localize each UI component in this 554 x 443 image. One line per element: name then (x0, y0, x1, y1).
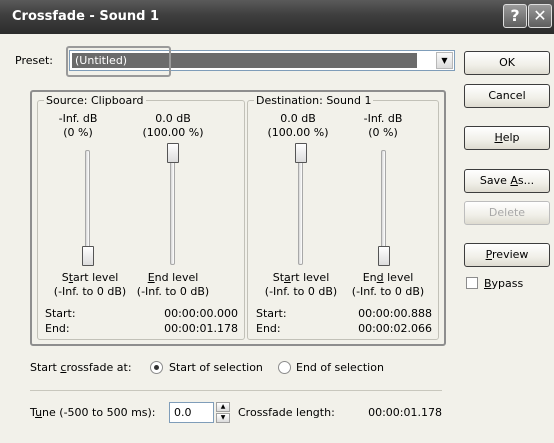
help-button-accel: H (494, 131, 503, 144)
window-title: Crossfade - Sound 1 (12, 9, 160, 24)
tune-accel: u (35, 406, 43, 419)
spin-down-icon[interactable]: ▼ (216, 413, 230, 423)
tune-input[interactable]: 0.0 (169, 402, 214, 423)
start-of-selection-radio[interactable] (150, 361, 163, 374)
save-as-button[interactable]: Save As... (464, 169, 550, 193)
source-start-pct: (0 %) (63, 126, 93, 139)
destination-start-track[interactable] (298, 150, 303, 265)
bypass-checkbox[interactable] (466, 277, 478, 289)
bypass-label-post: ypass (491, 277, 524, 290)
tune-label: Tune (-500 to 500 ms): (30, 406, 156, 419)
source-legend: Source: Clipboard (44, 94, 146, 107)
destination-start-range: (-Inf. to 0 dB) (264, 285, 338, 298)
source-end-level-slider[interactable] (167, 143, 179, 163)
destination-start-db: 0.0 dB (280, 112, 316, 125)
end-of-selection-radio[interactable] (278, 361, 291, 374)
destination-end-label-accel: d (376, 271, 384, 284)
destination-start-label-accel: a (284, 271, 291, 284)
chevron-down-icon[interactable]: ▼ (436, 52, 453, 69)
crossfade-length-value: 00:00:01.178 (368, 406, 442, 419)
save-as-label-post: s... (517, 174, 535, 187)
start-of-selection-label[interactable]: Start of selection (169, 361, 263, 374)
destination-start-label-post: rt level (290, 271, 330, 284)
destination-end-label-pre: En (362, 271, 377, 284)
divider (30, 390, 442, 391)
bypass-accel: B (484, 277, 492, 290)
source-start-level-slider[interactable] (82, 246, 94, 266)
ok-button[interactable]: OK (464, 51, 550, 75)
destination-end-level-slider[interactable] (378, 246, 390, 266)
destination-start-level-label: Start level (256, 271, 346, 284)
save-as-label-pre: Save (479, 174, 511, 187)
help-button-label-post: elp (502, 131, 520, 144)
source-start-key: Start: (45, 307, 76, 320)
destination-end-db: -Inf. dB (363, 112, 403, 125)
end-of-selection-label[interactable]: End of selection (296, 361, 384, 374)
crossfade-at-label-pre: Start (30, 361, 61, 374)
delete-button[interactable]: Delete (464, 201, 550, 225)
source-end-pct: (100.00 %) (142, 126, 204, 139)
source-end-track[interactable] (170, 150, 175, 265)
destination-legend: Destination: Sound 1 (254, 94, 374, 107)
help-button[interactable]: Help (464, 126, 550, 150)
bypass-label: Bypass (484, 277, 523, 290)
preview-label-post: review (492, 248, 529, 261)
preset-label: Preset: (15, 54, 54, 67)
destination-end-key: End: (256, 322, 281, 335)
crossfade-length-label: Crossfade length: (238, 406, 335, 419)
destination-end-time: 00:00:02.066 (358, 322, 432, 335)
spin-up-icon[interactable]: ▲ (216, 402, 230, 412)
title-bar[interactable]: Crossfade - Sound 1 ? ✕ (0, 0, 554, 34)
destination-start-time: 00:00:00.888 (358, 307, 432, 320)
source-end-key: End: (45, 322, 70, 335)
crossfade-dialog: Crossfade - Sound 1 ? ✕ Preset: (Untitle… (0, 0, 554, 443)
source-end-db: 0.0 dB (155, 112, 191, 125)
destination-end-level-label: End level (343, 271, 433, 284)
save-as-accel: A (510, 174, 518, 187)
crossfade-at-label-post: rossfade at: (66, 361, 132, 374)
preview-button[interactable]: Preview (464, 243, 550, 267)
close-icon[interactable]: ✕ (528, 4, 552, 28)
source-end-label-post: nd level (154, 271, 199, 284)
source-end-level-label: End level (128, 271, 218, 284)
destination-end-range: (-Inf. to 0 dB) (351, 285, 425, 298)
focus-highlight (66, 46, 171, 77)
source-end-range: (-Inf. to 0 dB) (136, 285, 210, 298)
source-start-db: -Inf. dB (58, 112, 98, 125)
destination-start-key: Start: (256, 307, 287, 320)
destination-start-pct: (100.00 %) (267, 126, 329, 139)
source-end-time: 00:00:01.178 (164, 322, 238, 335)
help-icon[interactable]: ? (503, 4, 527, 28)
source-start-range: (-Inf. to 0 dB) (53, 285, 127, 298)
source-start-level-label: Start level (45, 271, 135, 284)
destination-end-label-post: level (383, 271, 414, 284)
tune-label-post: ne (-500 to 500 ms): (42, 406, 156, 419)
source-start-time: 00:00:00.000 (164, 307, 238, 320)
source-start-label-post: art level (73, 271, 119, 284)
destination-start-label-pre: St (272, 271, 285, 284)
source-start-label-pre: S (61, 271, 69, 284)
cancel-button[interactable]: Cancel (464, 84, 550, 108)
source-end-label-accel: E (147, 271, 155, 284)
destination-end-pct: (0 %) (368, 126, 398, 139)
crossfade-at-label: Start crossfade at: (30, 361, 132, 374)
destination-start-level-slider[interactable] (295, 143, 307, 163)
